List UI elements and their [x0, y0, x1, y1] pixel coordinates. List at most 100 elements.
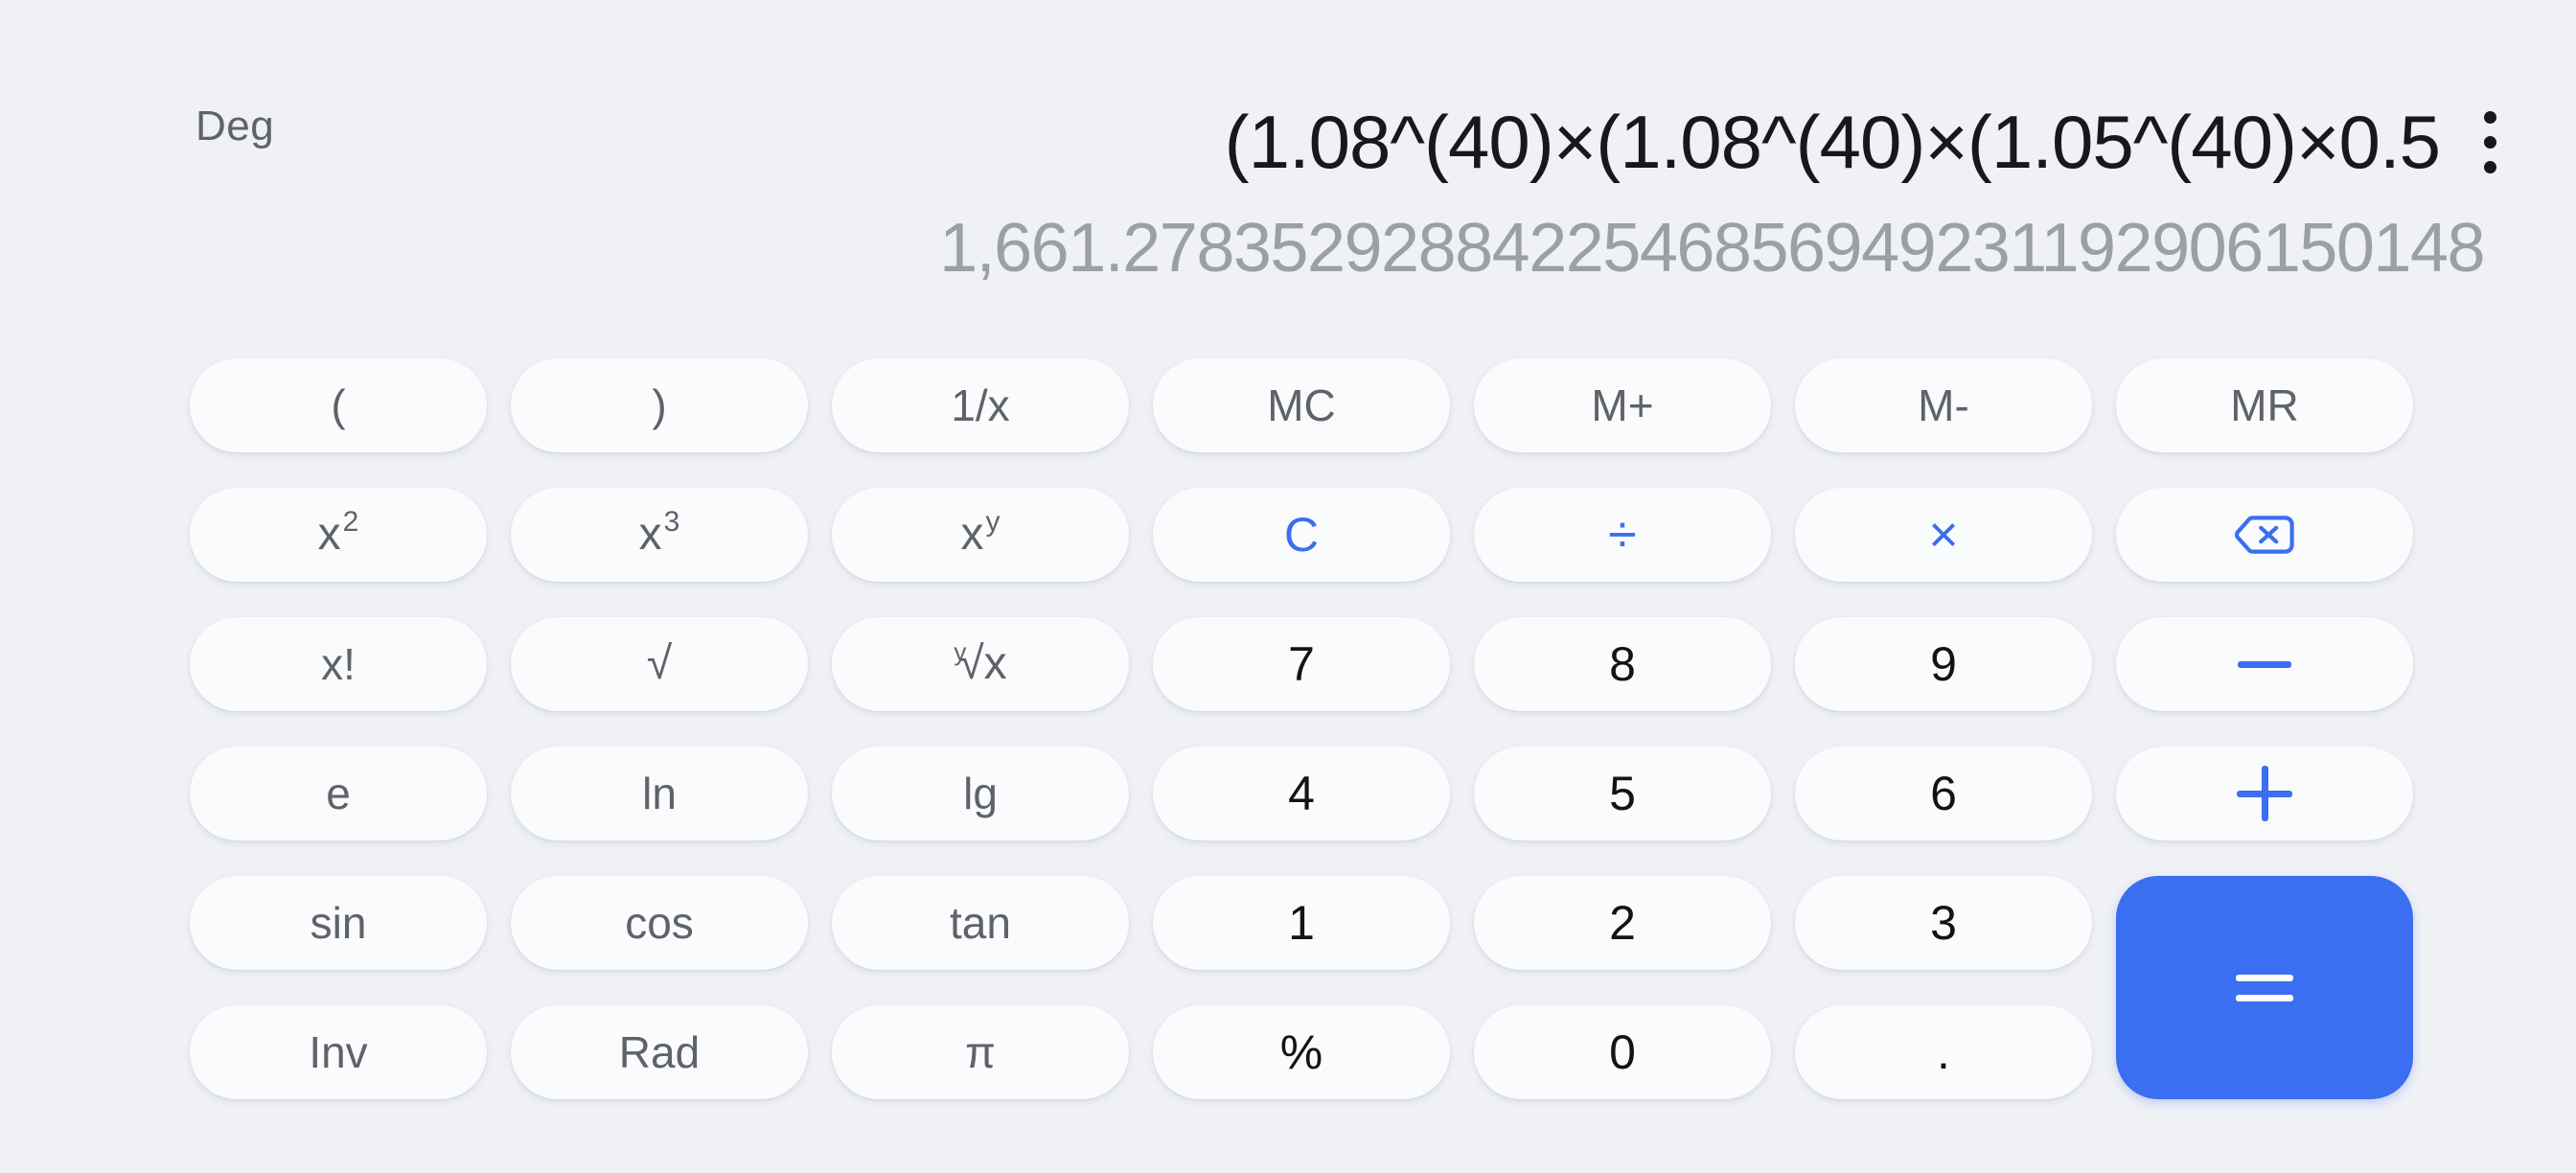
key-power[interactable]: xy [832, 488, 1129, 582]
key-cube[interactable]: x3 [511, 488, 808, 582]
key-label: 1/x [951, 380, 1010, 430]
equals-bar [2236, 994, 2293, 1001]
key-clear[interactable]: C [1153, 488, 1450, 582]
key-label: xy [960, 508, 1000, 560]
key-label: tan [950, 898, 1011, 948]
keypad: ( ) 1/x MC M+ M- MR x2 x3 xy C ÷ × x! √ … [190, 358, 2413, 1099]
key-memory-clear[interactable]: MC [1153, 358, 1450, 452]
key-digit-2[interactable]: 2 [1474, 876, 1771, 970]
key-label: ( [331, 380, 346, 430]
menu-dot [2483, 135, 2496, 149]
key-label: M+ [1591, 380, 1654, 430]
key-multiply[interactable]: × [1795, 488, 2092, 582]
menu-dot [2483, 110, 2496, 124]
minus-icon [2238, 660, 2291, 668]
key-digit-5[interactable]: 5 [1474, 747, 1771, 840]
key-memory-subtract[interactable]: M- [1795, 358, 2092, 452]
key-label-base: x [960, 509, 984, 560]
expression-text[interactable]: (1.08^(40)×(1.08^(40)×(1.05^(40)×0.5 [1225, 102, 2441, 182]
plus-icon [2237, 766, 2292, 821]
backspace-icon [2235, 516, 2294, 554]
key-digit-0[interactable]: 0 [1474, 1005, 1771, 1099]
key-divide[interactable]: ÷ [1474, 488, 1771, 582]
key-label: ÷ [1608, 506, 1637, 564]
key-memory-add[interactable]: M+ [1474, 358, 1771, 452]
key-decimal-point[interactable]: . [1795, 1005, 2092, 1099]
key-label: x3 [638, 508, 680, 560]
key-label: Rad [618, 1027, 701, 1077]
key-label-exponent: 3 [663, 506, 680, 538]
key-label: 5 [1609, 767, 1636, 820]
key-label: Inv [309, 1027, 368, 1077]
key-equals[interactable] [2116, 876, 2413, 1099]
key-label: MR [2230, 380, 2299, 430]
key-label: 1 [1288, 896, 1315, 950]
key-label-exponent: y [985, 506, 1000, 538]
key-digit-4[interactable]: 4 [1153, 747, 1450, 840]
key-inverse[interactable]: Inv [190, 1005, 487, 1099]
key-log10[interactable]: lg [832, 747, 1129, 840]
key-reciprocal[interactable]: 1/x [832, 358, 1129, 452]
key-label: . [1937, 1025, 1950, 1079]
key-digit-7[interactable]: 7 [1153, 617, 1450, 711]
key-label: e [326, 769, 351, 818]
key-label: 7 [1288, 637, 1315, 691]
key-label: x! [321, 639, 356, 689]
key-square-root[interactable]: √ [511, 617, 808, 711]
key-close-paren[interactable]: ) [511, 358, 808, 452]
key-percent[interactable]: % [1153, 1005, 1450, 1099]
key-backspace[interactable] [2116, 488, 2413, 582]
key-label: x2 [317, 508, 359, 560]
equals-bar [2236, 974, 2293, 981]
key-nth-root[interactable]: y √x [832, 617, 1129, 711]
key-digit-3[interactable]: 3 [1795, 876, 2092, 970]
key-label: % [1279, 1025, 1323, 1079]
key-subtract[interactable] [2116, 617, 2413, 711]
key-memory-recall[interactable]: MR [2116, 358, 2413, 452]
key-digit-1[interactable]: 1 [1153, 876, 1450, 970]
key-euler[interactable]: e [190, 747, 487, 840]
expression-row: (1.08^(40)×(1.08^(40)×(1.05^(40)×0.5 [0, 96, 2576, 188]
menu-dot [2483, 160, 2496, 173]
calculator-display: Deg (1.08^(40)×(1.08^(40)×(1.05^(40)×0.5… [0, 0, 2576, 345]
key-label: √ [646, 638, 673, 689]
calculator-app: Deg (1.08^(40)×(1.08^(40)×(1.05^(40)×0.5… [0, 0, 2576, 1173]
key-open-paren[interactable]: ( [190, 358, 487, 452]
result-text[interactable]: 1,661.2783529288422546856949231192906150… [0, 210, 2485, 287]
equals-icon [2236, 974, 2293, 1001]
key-label: ) [652, 380, 667, 430]
key-square[interactable]: x2 [190, 488, 487, 582]
key-label: M- [1918, 380, 1969, 430]
key-label: cos [625, 898, 694, 948]
key-label-index: y [954, 637, 967, 666]
key-label: sin [310, 898, 367, 948]
key-factorial[interactable]: x! [190, 617, 487, 711]
key-label-exponent: 2 [342, 506, 359, 538]
key-natural-log[interactable]: ln [511, 747, 808, 840]
key-label: ln [642, 769, 677, 818]
key-label: 4 [1288, 767, 1315, 820]
key-digit-9[interactable]: 9 [1795, 617, 2092, 711]
key-label: 8 [1609, 637, 1636, 691]
key-label: 3 [1930, 896, 1957, 950]
key-label-base: x [638, 509, 662, 560]
more-vertical-icon[interactable] [2450, 96, 2530, 188]
key-label: 0 [1609, 1025, 1636, 1079]
key-label: y √x [954, 637, 1006, 687]
key-digit-6[interactable]: 6 [1795, 747, 2092, 840]
key-cosine[interactable]: cos [511, 876, 808, 970]
key-label: C [1283, 508, 1320, 562]
key-label: π [965, 1027, 996, 1077]
key-pi[interactable]: π [832, 1005, 1129, 1099]
key-label-base: x [317, 509, 341, 560]
key-label: lg [963, 769, 998, 818]
key-sine[interactable]: sin [190, 876, 487, 970]
key-label: 6 [1930, 767, 1957, 820]
key-tangent[interactable]: tan [832, 876, 1129, 970]
key-digit-8[interactable]: 8 [1474, 617, 1771, 711]
key-label: MC [1267, 380, 1336, 430]
key-add[interactable] [2116, 747, 2413, 840]
key-radian-mode[interactable]: Rad [511, 1005, 808, 1099]
key-label: 2 [1609, 896, 1636, 950]
key-label: × [1928, 506, 1959, 564]
